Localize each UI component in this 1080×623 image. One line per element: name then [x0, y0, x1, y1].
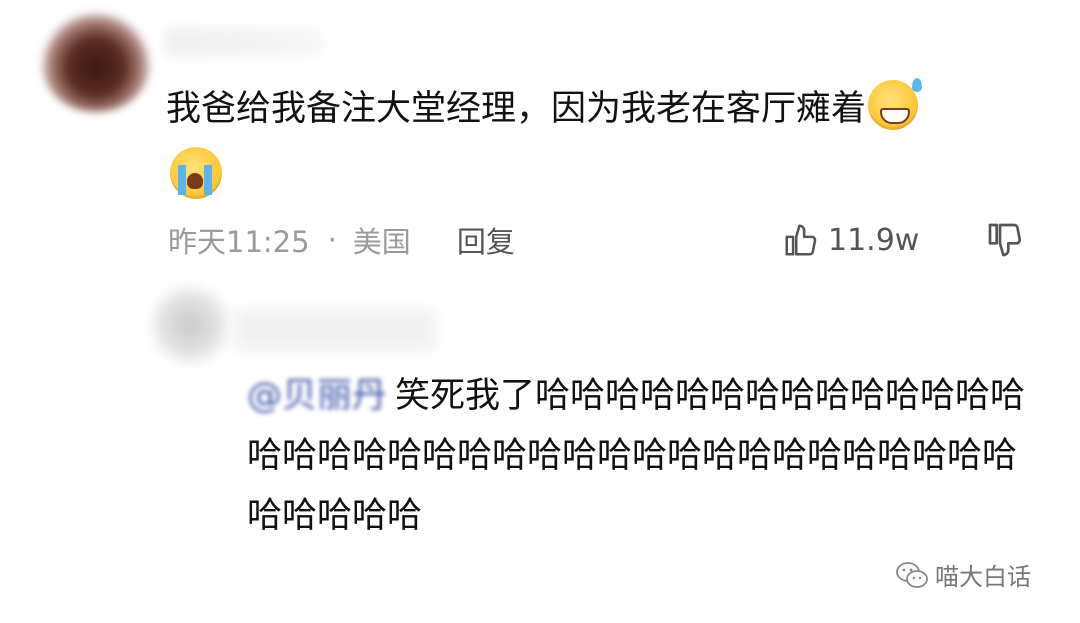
- sweat-smile-emoji-icon: [868, 78, 923, 130]
- reply-body: @贝丽丹 笑死我了哈哈哈哈哈哈哈哈哈哈哈哈哈哈哈哈哈哈哈哈哈哈哈哈哈哈哈哈哈哈哈哈…: [247, 366, 1037, 546]
- comment-body: 我爸给我备注大堂经理，因为我老在客厅瘫着: [166, 78, 1046, 137]
- watermark-text: 喵大白话: [935, 563, 1031, 591]
- comment-text: 我爸给我备注大堂经理，因为我老在客厅瘫着: [166, 89, 867, 129]
- thumbs-up-icon: [785, 224, 817, 256]
- comment-time: 昨天11:25: [168, 225, 310, 259]
- commenter-avatar[interactable]: [40, 12, 152, 112]
- comment-meta: 昨天11:25 · 美国 回复: [168, 218, 515, 262]
- like-button[interactable]: 11.9w: [782, 220, 919, 260]
- meta-separator: ·: [327, 223, 337, 257]
- commenter-name-redacted[interactable]: [165, 28, 325, 56]
- replier-name-redacted[interactable]: [235, 310, 435, 350]
- reply-button[interactable]: 回复: [457, 219, 515, 261]
- like-count: 11.9w: [828, 222, 920, 258]
- comment-emoji-line: [168, 147, 222, 199]
- comment-location: 美国: [352, 225, 411, 259]
- crying-face-emoji-icon: [170, 147, 222, 199]
- replier-avatar[interactable]: [150, 285, 230, 365]
- reply-mention[interactable]: @贝丽丹: [247, 376, 387, 416]
- wechat-icon: [896, 561, 928, 588]
- watermark: 喵大白话: [895, 557, 1031, 592]
- thumbs-down-icon: [988, 223, 1022, 257]
- dislike-button[interactable]: [985, 220, 1025, 264]
